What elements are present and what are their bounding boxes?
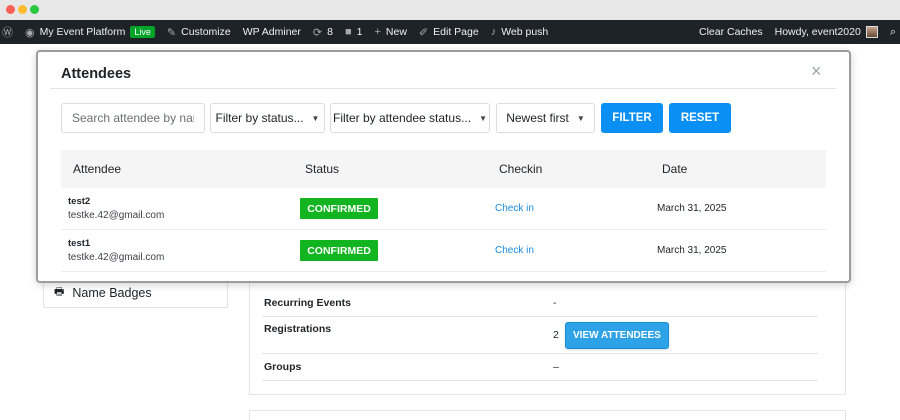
- brush-icon: ✎: [166, 26, 177, 39]
- admin-bar-right: Clear Caches Howdy, event2020 ⌕: [693, 20, 900, 44]
- status-badge: CONFIRMED: [300, 240, 378, 261]
- web-push-menu[interactable]: ♪ Web push: [485, 20, 555, 44]
- attendee-email: testke.42@gmail.com: [68, 252, 165, 263]
- clear-caches-link[interactable]: Clear Caches: [693, 20, 769, 44]
- filter-button[interactable]: FILTER: [601, 103, 663, 133]
- attendees-modal: Attendees × Filter by status... ▼ Filter…: [36, 50, 851, 283]
- detail-value: 2: [553, 329, 559, 341]
- clear-caches-label: Clear Caches: [699, 26, 763, 38]
- minimize-window-icon[interactable]: [18, 5, 27, 14]
- status-filter-label: Filter by status...: [215, 111, 304, 125]
- search-toggle[interactable]: ⌕: [884, 20, 900, 44]
- edit-page-label: Edit Page: [433, 26, 479, 38]
- howdy-label: Howdy, event2020: [774, 26, 861, 38]
- name-badges-link[interactable]: 🖶 Name Badges: [54, 283, 152, 302]
- column-header: Attendee: [73, 162, 122, 176]
- edit-page-link[interactable]: ✐ Edit Page: [413, 20, 485, 44]
- detail-value: –: [553, 361, 559, 373]
- site-name: My Event Platform: [39, 26, 126, 38]
- table-row: test1 testke.42@gmail.com CONFIRMED Chec…: [61, 230, 826, 272]
- close-icon[interactable]: ×: [811, 62, 822, 80]
- table-row: test2 testke.42@gmail.com CONFIRMED Chec…: [61, 188, 826, 230]
- detail-row-groups: Groups –: [262, 354, 818, 381]
- column-header: Checkin: [499, 162, 543, 176]
- attendee-status-filter-label: Filter by attendee status...: [333, 111, 472, 125]
- attendee-email: testke.42@gmail.com: [68, 210, 165, 221]
- detail-label: Groups: [264, 361, 302, 373]
- updates-count: 8: [327, 26, 333, 38]
- admin-bar: Ⓦ ◉ My Event Platform Live ✎ Customize W…: [0, 20, 900, 44]
- attendee-name: test1: [68, 238, 91, 249]
- sort-select[interactable]: Newest first ▼: [496, 103, 595, 133]
- detail-value: -: [553, 297, 557, 309]
- attendee-status-filter-select[interactable]: Filter by attendee status... ▼: [330, 103, 490, 133]
- refresh-icon: ⟳: [312, 26, 323, 39]
- customize-link[interactable]: ✎ Customize: [161, 20, 237, 44]
- new-content-menu[interactable]: + New: [368, 20, 412, 44]
- customize-label: Customize: [181, 26, 231, 38]
- name-badges-label: Name Badges: [72, 285, 152, 300]
- comments-link[interactable]: ■ 1: [339, 20, 369, 44]
- column-header: Date: [662, 162, 688, 176]
- site-name-menu[interactable]: ◉ My Event Platform Live: [19, 20, 161, 44]
- search-icon: ⌕: [889, 25, 896, 38]
- registration-date: March 31, 2025: [657, 245, 727, 256]
- status-filter-select[interactable]: Filter by status... ▼: [210, 103, 325, 133]
- detail-label: Registrations: [264, 323, 332, 335]
- divider: [50, 88, 836, 89]
- printer-icon: 🖶: [54, 286, 65, 298]
- web-push-label: Web push: [501, 26, 549, 38]
- status-badge: CONFIRMED: [300, 198, 378, 219]
- wp-adminer-label: WP Adminer: [242, 26, 301, 38]
- chevron-down-icon: ▼: [311, 113, 320, 123]
- registration-date: March 31, 2025: [657, 203, 727, 214]
- wp-adminer-link[interactable]: WP Adminer: [237, 20, 307, 44]
- comment-icon: ■: [344, 26, 352, 38]
- new-label: New: [385, 26, 407, 38]
- chevron-down-icon: ▼: [479, 113, 487, 123]
- search-input[interactable]: [61, 103, 205, 133]
- bell-icon: ♪: [490, 26, 497, 38]
- bottom-card: [249, 410, 846, 420]
- attendee-name: test2: [68, 196, 91, 207]
- close-window-icon[interactable]: [6, 5, 15, 14]
- wordpress-icon: Ⓦ: [2, 27, 13, 39]
- detail-row-registrations: Registrations 2 VIEW ATTENDEES: [262, 317, 818, 354]
- updates-link[interactable]: ⟳ 8: [307, 20, 339, 44]
- dashboard-icon: ◉: [25, 26, 35, 39]
- wordpress-menu[interactable]: Ⓦ: [0, 20, 19, 44]
- view-attendees-button[interactable]: VIEW ATTENDEES: [565, 322, 669, 349]
- live-badge: Live: [130, 26, 155, 38]
- column-header: Status: [305, 162, 340, 176]
- sort-label: Newest first: [506, 111, 569, 125]
- plus-icon: +: [374, 26, 381, 38]
- reset-button[interactable]: RESET: [669, 103, 731, 133]
- detail-label: Recurring Events: [264, 297, 351, 309]
- comments-count: 1: [356, 26, 363, 38]
- maximize-window-icon[interactable]: [30, 5, 39, 14]
- detail-row-recurring: Recurring Events -: [262, 290, 818, 317]
- avatar: [865, 26, 878, 38]
- modal-title: Attendees: [61, 66, 132, 82]
- pencil-icon: ✐: [418, 26, 429, 39]
- chevron-down-icon: ▼: [576, 113, 585, 123]
- my-account-menu[interactable]: Howdy, event2020: [769, 20, 884, 44]
- table-header: Attendee Status Checkin Date: [61, 150, 826, 188]
- check-in-link[interactable]: Check in: [495, 245, 534, 256]
- check-in-link[interactable]: Check in: [495, 203, 534, 214]
- browser-chrome: [0, 0, 900, 20]
